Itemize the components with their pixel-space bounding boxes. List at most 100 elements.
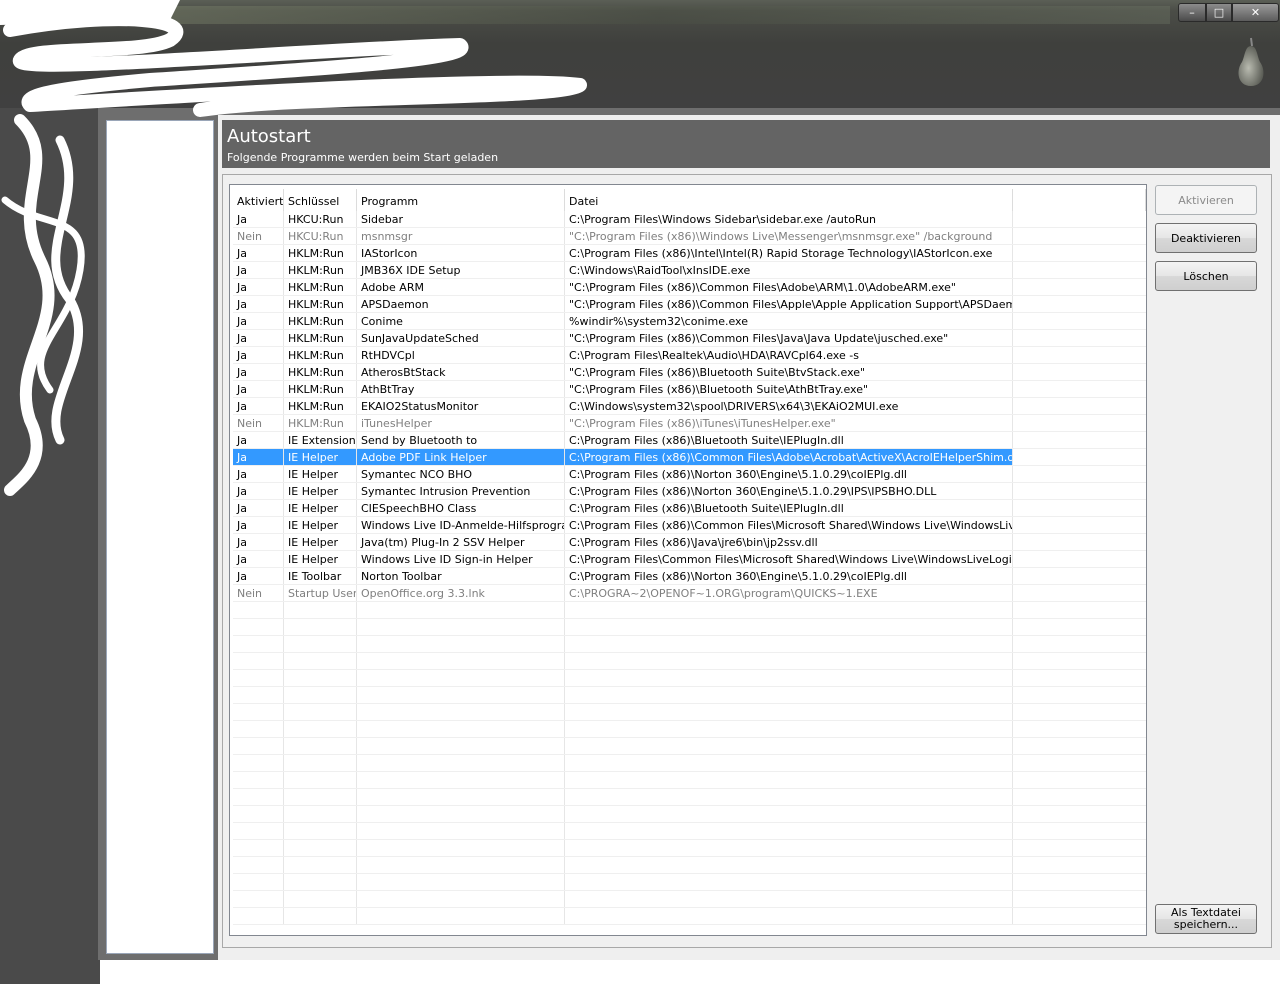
empty-table-row (230, 653, 1146, 670)
table-row[interactable]: Ja IE Helper Windows Live ID-Anmelde-Hilfs… (230, 517, 1146, 534)
cell-key: IE Helper (284, 551, 357, 568)
empty-table-row (230, 687, 1146, 704)
table-row[interactable]: Ja HKLM:Run AtherosBtStack "C:\Program File… (230, 364, 1146, 381)
column-header-row: Aktiviert Schlüssel Programm Datei (230, 189, 1146, 211)
table-row[interactable]: Ja IE Helper Java(tm) Plug-In 2 SSV Helper… (230, 534, 1146, 551)
cell-program: RtHDVCpl (357, 347, 565, 364)
table-row[interactable]: Ja IE Toolbar Norton Toolbar C:\Program Fil… (230, 568, 1146, 585)
cell-filler (1013, 738, 1146, 755)
save-as-text-button[interactable]: Als Textdatei speichern... (1155, 904, 1257, 934)
cell-key: HKLM:Run (284, 296, 357, 313)
cell-key: IE Helper (284, 500, 357, 517)
cell-filler (1013, 874, 1146, 891)
maximize-icon[interactable]: □ (1206, 3, 1232, 22)
cell-key (284, 687, 357, 704)
activate-button[interactable]: Aktivieren (1155, 185, 1257, 215)
empty-table-row (230, 602, 1146, 619)
table-row[interactable]: Ja HKLM:Run JMB36X IDE Setup C:\Windows\Rai… (230, 262, 1146, 279)
cell-file: C:\Program Files (x86)\Bluetooth Suite\I… (565, 500, 1013, 517)
table-row[interactable]: Nein HKLM:Run iTunesHelper "C:\Program File… (230, 415, 1146, 432)
column-header-program[interactable]: Programm (357, 189, 565, 211)
column-header-key[interactable]: Schlüssel (284, 189, 357, 211)
table-row[interactable]: Ja IE Helper Windows Live ID Sign-in Helpe… (230, 551, 1146, 568)
cell-program (357, 721, 565, 738)
cell-key: IE Helper (284, 466, 357, 483)
navigation-panel (106, 120, 214, 954)
cell-program: iTunesHelper (357, 415, 565, 432)
cell-key (284, 840, 357, 857)
autostart-list[interactable]: Aktiviert Schlüssel Programm Datei Ja HKC… (229, 184, 1147, 936)
cell-file (565, 636, 1013, 653)
cell-file: C:\Program Files (x86)\Bluetooth Suite\I… (565, 432, 1013, 449)
cell-program (357, 789, 565, 806)
cell-activated (233, 602, 284, 619)
cell-filler (1013, 568, 1146, 585)
cell-program: EKAIO2StatusMonitor (357, 398, 565, 415)
cell-program: CIESpeechBHO Class (357, 500, 565, 517)
cell-program (357, 874, 565, 891)
close-icon[interactable]: ✕ (1232, 3, 1279, 22)
cell-file (565, 806, 1013, 823)
table-row[interactable]: Ja HKLM:Run SunJavaUpdateSched "C:\Program … (230, 330, 1146, 347)
cell-file (565, 789, 1013, 806)
table-row[interactable]: Ja IE Extension Send by Bluetooth to C:\Pro… (230, 432, 1146, 449)
empty-table-row (230, 636, 1146, 653)
cell-filler (1013, 908, 1146, 925)
cell-file (565, 704, 1013, 721)
table-row[interactable]: Ja HKLM:Run EKAIO2StatusMonitor C:\Windows\… (230, 398, 1146, 415)
table-row[interactable]: Ja HKLM:Run Adobe ARM "C:\Program Files (x8… (230, 279, 1146, 296)
table-row[interactable]: Ja HKLM:Run AthBtTray "C:\Program Files (x8… (230, 381, 1146, 398)
cell-key: HKLM:Run (284, 245, 357, 262)
cell-filler (1013, 721, 1146, 738)
cell-key (284, 857, 357, 874)
cell-key (284, 755, 357, 772)
cell-program (357, 704, 565, 721)
cell-program: Adobe PDF Link Helper (357, 449, 565, 466)
cell-filler (1013, 602, 1146, 619)
empty-table-row (230, 619, 1146, 636)
minimize-icon[interactable]: – (1178, 3, 1206, 22)
cell-program (357, 687, 565, 704)
cell-file: C:\Program Files (x86)\Norton 360\Engine… (565, 568, 1013, 585)
cell-activated: Ja (233, 262, 284, 279)
cell-key (284, 619, 357, 636)
cell-file: C:\Program Files (x86)\Common Files\Adob… (565, 449, 1013, 466)
cell-key: HKLM:Run (284, 279, 357, 296)
cell-filler (1013, 534, 1146, 551)
table-row[interactable]: Nein Startup User OpenOffice.org 3.3.lnk C:… (230, 585, 1146, 602)
table-row[interactable]: Ja HKCU:Run Sidebar C:\Program Files\Window… (230, 211, 1146, 228)
cell-activated (233, 619, 284, 636)
table-row[interactable]: Ja IE Helper Symantec Intrusion Prevention… (230, 483, 1146, 500)
cell-activated (233, 840, 284, 857)
cell-activated: Ja (233, 347, 284, 364)
cell-filler (1013, 857, 1146, 874)
cell-file: "C:\Program Files (x86)\Bluetooth Suite\… (565, 364, 1013, 381)
cell-file: "C:\Program Files (x86)\iTunes\iTunesHel… (565, 415, 1013, 432)
cell-key (284, 823, 357, 840)
cell-program (357, 619, 565, 636)
cell-filler (1013, 449, 1146, 466)
column-header-activated[interactable]: Aktiviert (233, 189, 284, 211)
table-row[interactable]: Ja HKLM:Run RtHDVCpl C:\Program Files\Realt… (230, 347, 1146, 364)
deactivate-button[interactable]: Deaktivieren (1155, 223, 1257, 253)
cell-activated: Ja (233, 398, 284, 415)
cell-program: Adobe ARM (357, 279, 565, 296)
cell-activated (233, 670, 284, 687)
table-row[interactable]: Ja HKLM:Run APSDaemon "C:\Program Files (x8… (230, 296, 1146, 313)
cell-activated (233, 636, 284, 653)
cell-file: %windir%\system32\conime.exe (565, 313, 1013, 330)
table-row[interactable]: Ja IE Helper CIESpeechBHO Class C:\Program … (230, 500, 1146, 517)
cell-filler (1013, 755, 1146, 772)
cell-key: IE Helper (284, 534, 357, 551)
cell-file (565, 823, 1013, 840)
empty-table-row (230, 755, 1146, 772)
table-row[interactable]: Ja IE Helper Adobe PDF Link Helper C:\Progr… (230, 449, 1146, 466)
delete-button[interactable]: Löschen (1155, 261, 1257, 291)
table-row[interactable]: Ja HKLM:Run IAStorIcon C:\Program Files (x8… (230, 245, 1146, 262)
table-row[interactable]: Ja IE Helper Symantec NCO BHO C:\Program Fi… (230, 466, 1146, 483)
table-row[interactable]: Nein HKCU:Run msnmsgr "C:\Program Files (x8… (230, 228, 1146, 245)
cell-filler (1013, 296, 1146, 313)
empty-table-row (230, 806, 1146, 823)
column-header-file[interactable]: Datei (565, 189, 1013, 211)
table-row[interactable]: Ja HKLM:Run Conime %windir%\system32\conime… (230, 313, 1146, 330)
